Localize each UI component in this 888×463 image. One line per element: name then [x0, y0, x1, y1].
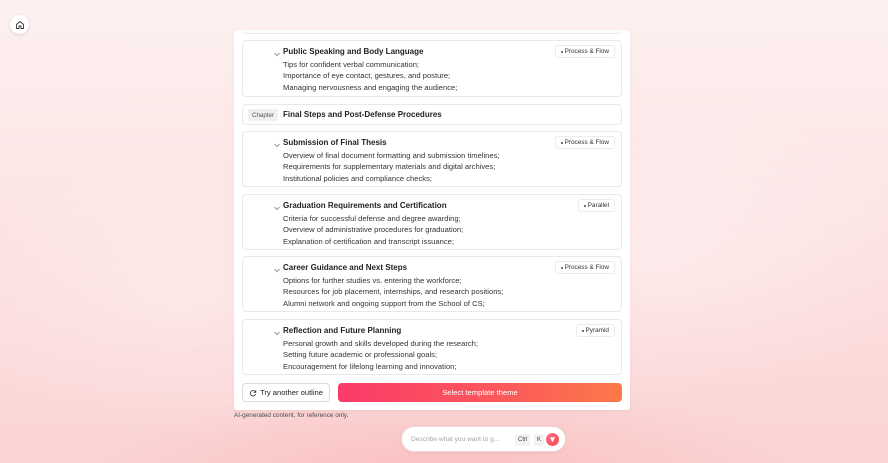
- try-another-outline-button[interactable]: Try another outline: [242, 383, 330, 402]
- badge-label: Pyramid: [585, 327, 609, 334]
- card-line: Importance of eye contact, gestures, and…: [283, 71, 451, 81]
- card-title: Public Speaking and Body Language: [283, 47, 424, 56]
- chapter-row[interactable]: Chapter Final Steps and Post-Defense Pro…: [242, 104, 622, 125]
- layout-badge[interactable]: Pyramid: [575, 324, 615, 337]
- refresh-icon: [249, 389, 257, 396]
- prompt-input[interactable]: Describe what you want to g...: [411, 436, 511, 443]
- outline-card[interactable]: Public Speaking and Body Language Proces…: [242, 40, 622, 97]
- card-line: Tips for confident verbal communication;: [283, 60, 420, 69]
- try-another-label: Try another outline: [259, 388, 324, 397]
- select-theme-label: Select template theme: [442, 388, 518, 397]
- card-title: Career Guidance and Next Steps: [283, 263, 408, 272]
- action-row: Try another outline Select template them…: [242, 383, 622, 402]
- card-line: Resources for job placement, internships…: [283, 287, 504, 297]
- select-template-theme-button[interactable]: Select template theme: [338, 383, 622, 402]
- chevron-down-icon[interactable]: [273, 141, 281, 149]
- previous-card-edge: [242, 30, 622, 34]
- outline-card[interactable]: Reflection and Future Planning Pyramid P…: [242, 319, 622, 375]
- outline-panel: Public Speaking and Body Language Proces…: [234, 30, 630, 410]
- prompt-bar[interactable]: Describe what you want to g... Ctrl K: [401, 426, 566, 452]
- outline-card[interactable]: Career Guidance and Next Steps Process &…: [242, 256, 622, 312]
- home-icon: [15, 20, 24, 29]
- ai-disclaimer: AI-generated content, for reference only…: [234, 412, 349, 419]
- send-icon: [549, 437, 556, 443]
- card-title: Graduation Requirements and Certificatio…: [283, 201, 447, 210]
- card-line: Institutional policies and compliance ch…: [283, 173, 433, 183]
- card-title: Submission of Final Thesis: [283, 138, 387, 147]
- send-button[interactable]: [546, 433, 559, 446]
- card-line: Options for further studies vs. entering…: [283, 276, 462, 285]
- outline-scroll-area[interactable]: Public Speaking and Body Language Proces…: [234, 30, 630, 376]
- badge-label: Process & Flow: [564, 48, 609, 55]
- chevron-down-icon[interactable]: [273, 266, 281, 274]
- outline-card[interactable]: Graduation Requirements and Certificatio…: [242, 194, 622, 250]
- badge-dot: [560, 266, 563, 269]
- home-button[interactable]: [10, 15, 29, 34]
- card-line: Alumni network and ongoing support from …: [283, 298, 485, 308]
- chapter-title: Final Steps and Post-Defense Procedures: [283, 110, 442, 119]
- layout-badge[interactable]: Process & Flow: [554, 45, 615, 58]
- shortcut-k-key: K: [534, 434, 545, 446]
- badge-label: Process & Flow: [564, 264, 609, 271]
- card-line: Encouragement for lifelong learning and …: [283, 361, 457, 371]
- badge-label: Process & Flow: [564, 139, 609, 146]
- card-line: Managing nervousness and engaging the au…: [283, 82, 458, 92]
- card-line: Requirements for supplementary materials…: [283, 162, 496, 172]
- card-line: Explanation of certification and transcr…: [283, 236, 454, 246]
- outline-card[interactable]: Submission of Final Thesis Process & Flo…: [242, 131, 622, 187]
- chevron-down-icon[interactable]: [273, 204, 281, 212]
- chevron-down-icon[interactable]: [273, 50, 281, 58]
- layout-badge[interactable]: Process & Flow: [554, 136, 615, 149]
- shortcut-ctrl-key: Ctrl: [515, 434, 531, 446]
- badge-dot: [581, 329, 584, 332]
- chevron-down-icon[interactable]: [273, 329, 281, 337]
- badge-label: Parallel: [587, 202, 609, 209]
- chapter-tag: Chapter: [248, 109, 279, 121]
- layout-badge[interactable]: Parallel: [577, 199, 615, 212]
- badge-dot: [560, 141, 563, 144]
- layout-badge[interactable]: Process & Flow: [554, 261, 615, 274]
- card-line: Overview of final document formatting an…: [283, 151, 500, 160]
- card-line: Setting future academic or professional …: [283, 350, 438, 360]
- card-line: Criteria for successful defense and degr…: [283, 214, 461, 223]
- card-title: Reflection and Future Planning: [283, 326, 402, 335]
- card-line: Personal growth and skills developed dur…: [283, 339, 479, 348]
- card-line: Overview of administrative procedures fo…: [283, 225, 464, 235]
- badge-dot: [583, 204, 586, 207]
- badge-dot: [560, 50, 563, 53]
